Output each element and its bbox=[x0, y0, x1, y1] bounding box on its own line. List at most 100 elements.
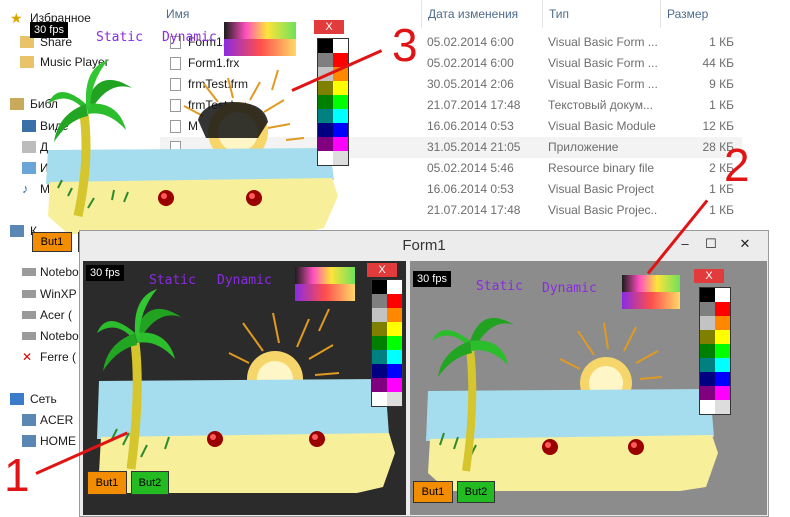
file-type: Visual Basic Form ... bbox=[548, 77, 658, 91]
annotation-3: 3 bbox=[392, 19, 418, 71]
file-type: Visual Basic Form ... bbox=[548, 35, 658, 49]
palette-swatch[interactable] bbox=[387, 308, 402, 322]
palette-swatch[interactable] bbox=[318, 53, 333, 67]
palette-swatch[interactable] bbox=[333, 137, 348, 151]
palette-swatch[interactable] bbox=[715, 330, 730, 344]
palette-swatch[interactable] bbox=[318, 123, 333, 137]
file-size: 12 КБ bbox=[702, 119, 734, 133]
color-palette[interactable] bbox=[317, 38, 349, 166]
dynamic-label: Dynamic bbox=[217, 273, 272, 288]
file-date: 05.02.2014 6:00 bbox=[427, 56, 514, 70]
file-date: 21.07.2014 17:48 bbox=[427, 98, 521, 112]
palette-swatch[interactable] bbox=[372, 322, 387, 336]
palette-swatch[interactable] bbox=[387, 350, 402, 364]
file-type: Visual Basic Project bbox=[548, 182, 654, 196]
scene-close-button[interactable]: X bbox=[694, 269, 724, 283]
palette-swatch[interactable] bbox=[700, 386, 715, 400]
color-palette[interactable] bbox=[371, 279, 403, 407]
palette-swatch[interactable] bbox=[333, 151, 348, 165]
palette-swatch[interactable] bbox=[333, 109, 348, 123]
palette-swatch[interactable] bbox=[372, 308, 387, 322]
palette-swatch[interactable] bbox=[333, 95, 348, 109]
palette-swatch[interactable] bbox=[700, 330, 715, 344]
palette-swatch[interactable] bbox=[700, 316, 715, 330]
but1-button[interactable]: But1 bbox=[413, 481, 453, 503]
palette-swatch[interactable] bbox=[715, 372, 730, 386]
palette-swatch[interactable] bbox=[372, 378, 387, 392]
static-label: Static bbox=[96, 30, 143, 45]
palette-swatch[interactable] bbox=[318, 81, 333, 95]
annotation-2: 2 bbox=[724, 139, 750, 191]
palette-swatch[interactable] bbox=[715, 344, 730, 358]
palette-swatch[interactable] bbox=[333, 39, 348, 53]
file-size: 44 КБ bbox=[702, 56, 734, 70]
gradient-swatch bbox=[224, 22, 296, 56]
palette-swatch[interactable] bbox=[700, 302, 715, 316]
drive-icon bbox=[22, 311, 36, 319]
but2-button[interactable]: But2 bbox=[131, 471, 169, 495]
palette-swatch[interactable] bbox=[372, 364, 387, 378]
palette-swatch[interactable] bbox=[700, 358, 715, 372]
palette-swatch[interactable] bbox=[700, 400, 715, 414]
file-type: Приложение bbox=[548, 140, 619, 154]
palette-swatch[interactable] bbox=[387, 280, 402, 294]
dynamic-label: Dynamic bbox=[162, 30, 217, 45]
file-size: 1 КБ bbox=[709, 98, 734, 112]
palette-swatch[interactable] bbox=[318, 151, 333, 165]
palette-swatch[interactable] bbox=[715, 288, 730, 302]
file-size: 1 КБ bbox=[709, 182, 734, 196]
annotation-1: 1 bbox=[4, 449, 30, 501]
palette-swatch[interactable] bbox=[372, 280, 387, 294]
palette-swatch[interactable] bbox=[387, 294, 402, 308]
but1-button[interactable]: But1 bbox=[32, 232, 72, 252]
static-label: Static bbox=[149, 273, 196, 288]
file-date: 30.05.2014 2:06 bbox=[427, 77, 514, 91]
floating-scene: Static Dynamic X But1 But2 bbox=[28, 20, 358, 260]
column-header-date[interactable]: Дата изменения bbox=[421, 0, 542, 28]
but1-button[interactable]: But1 bbox=[87, 471, 127, 495]
palette-swatch[interactable] bbox=[372, 336, 387, 350]
column-header-type[interactable]: Тип bbox=[542, 0, 660, 28]
file-date: 31.05.2014 21:05 bbox=[427, 140, 521, 154]
scene-close-button[interactable]: X bbox=[367, 263, 397, 277]
palette-swatch[interactable] bbox=[715, 400, 730, 414]
color-palette[interactable] bbox=[699, 287, 731, 415]
palette-swatch[interactable] bbox=[715, 358, 730, 372]
palette-swatch[interactable] bbox=[387, 392, 402, 406]
palette-swatch[interactable] bbox=[333, 123, 348, 137]
close-button[interactable]: ✕ bbox=[728, 235, 762, 255]
palette-swatch[interactable] bbox=[372, 294, 387, 308]
palette-swatch[interactable] bbox=[387, 336, 402, 350]
drive-icon bbox=[22, 290, 36, 298]
palette-swatch[interactable] bbox=[715, 386, 730, 400]
scene-close-button[interactable]: X bbox=[314, 20, 344, 34]
palette-swatch[interactable] bbox=[387, 378, 402, 392]
right-canvas[interactable]: 30 fps Static Dynamic X But1 But2 bbox=[410, 261, 767, 515]
palette-swatch[interactable] bbox=[318, 137, 333, 151]
palette-swatch[interactable] bbox=[700, 288, 715, 302]
file-size: 2 КБ bbox=[709, 161, 734, 175]
file-size: 1 КБ bbox=[709, 35, 734, 49]
palette-swatch[interactable] bbox=[333, 81, 348, 95]
file-date: 16.06.2014 0:53 bbox=[427, 119, 514, 133]
fps-counter: 30 fps bbox=[413, 271, 451, 287]
palette-swatch[interactable] bbox=[318, 95, 333, 109]
palette-swatch[interactable] bbox=[715, 302, 730, 316]
static-label: Static bbox=[476, 279, 523, 294]
palette-swatch[interactable] bbox=[715, 316, 730, 330]
palette-swatch[interactable] bbox=[372, 392, 387, 406]
column-header-size[interactable]: Размер bbox=[660, 0, 742, 28]
palette-swatch[interactable] bbox=[318, 39, 333, 53]
palette-swatch[interactable] bbox=[700, 372, 715, 386]
maximize-button[interactable]: ☐ bbox=[698, 235, 724, 255]
palette-swatch[interactable] bbox=[387, 322, 402, 336]
file-date: 16.06.2014 0:53 bbox=[427, 182, 514, 196]
palette-swatch[interactable] bbox=[387, 364, 402, 378]
palette-swatch[interactable] bbox=[372, 350, 387, 364]
palette-swatch[interactable] bbox=[700, 344, 715, 358]
palette-swatch[interactable] bbox=[318, 109, 333, 123]
but2-button[interactable]: But2 bbox=[457, 481, 495, 503]
window-title: Form1 bbox=[402, 237, 446, 254]
disconnected-drive-icon: ✕ bbox=[22, 350, 33, 364]
left-canvas[interactable]: 30 fps Static Dynamic X But1 But2 bbox=[83, 261, 406, 515]
